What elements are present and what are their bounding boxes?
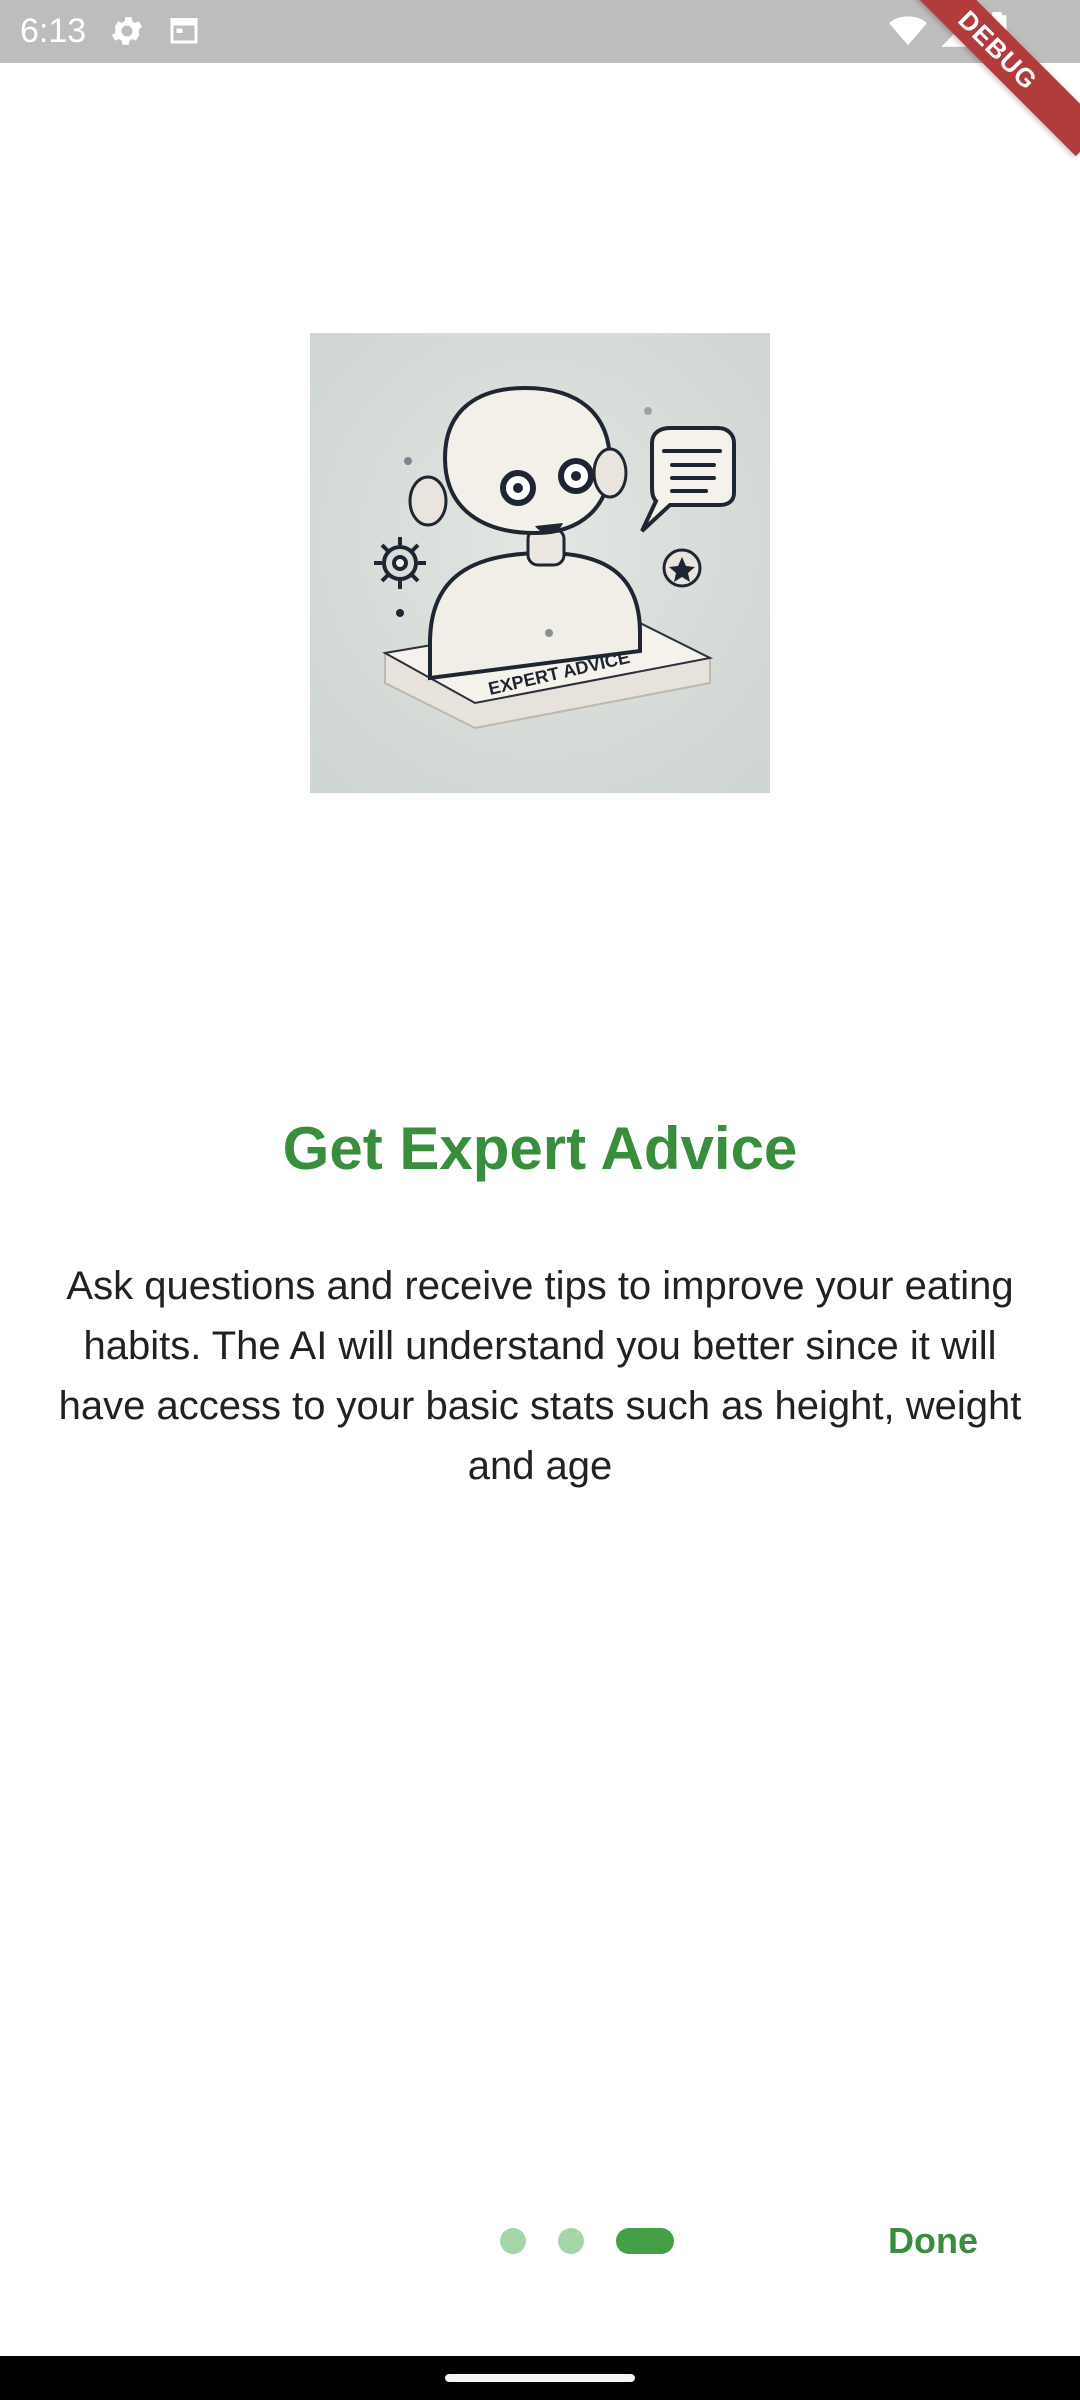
status-bar: 6:13 (0, 0, 1080, 63)
gear-icon (111, 17, 143, 45)
system-navigation-bar (0, 2356, 1080, 2400)
page-dot-2[interactable] (558, 2228, 584, 2254)
page-description: Ask questions and receive tips to improv… (58, 1264, 1022, 1488)
page-dot-1[interactable] (500, 2228, 526, 2254)
wifi-icon (889, 16, 927, 46)
page-title: Get Expert Advice (282, 1115, 798, 1182)
robot-expert-illustration: EXPERT ADVICE (310, 333, 770, 793)
home-indicator[interactable] (445, 2374, 635, 2382)
status-time: 6:13 (20, 12, 87, 50)
page-dot-3-active[interactable] (616, 2228, 674, 2254)
done-button[interactable]: Done (870, 2210, 996, 2272)
onboarding-illustration: EXPERT ADVICE (310, 333, 770, 793)
calendar-icon (170, 18, 198, 44)
